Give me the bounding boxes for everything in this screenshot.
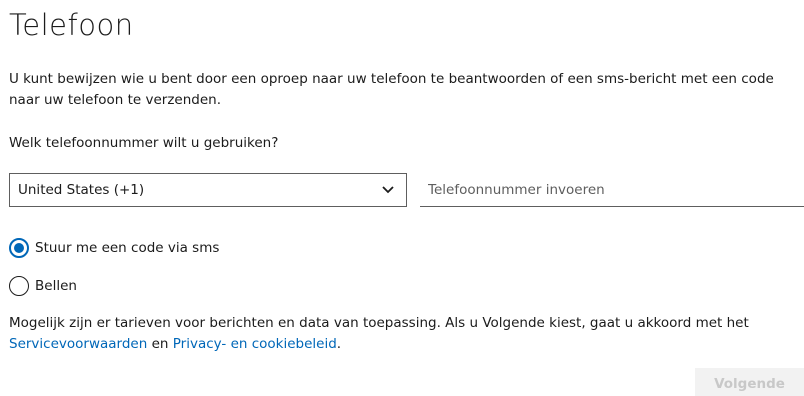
radio-option-call[interactable]: Bellen	[9, 276, 77, 296]
chevron-down-icon	[380, 182, 396, 198]
radio-label-call: Bellen	[35, 278, 77, 294]
phone-question-label: Welk telefoonnummer wilt u gebruiken?	[9, 135, 279, 151]
phone-number-input[interactable]	[420, 173, 804, 207]
privacy-link[interactable]: Privacy- en cookiebeleid	[173, 336, 337, 352]
next-button[interactable]: Volgende	[695, 368, 804, 396]
radio-selected-dot	[14, 243, 24, 253]
intro-text: U kunt bewijzen wie u bent door een opro…	[9, 71, 774, 108]
radio-option-sms[interactable]: Stuur me een code via sms	[9, 238, 219, 258]
disclaimer-connector: en	[151, 336, 169, 352]
country-code-select[interactable]: United States (+1)	[9, 173, 407, 207]
radio-button-sms[interactable]	[9, 238, 29, 258]
disclaimer-end: .	[336, 336, 342, 352]
radio-button-call[interactable]	[9, 276, 29, 296]
terms-link[interactable]: Servicevoorwaarden	[9, 336, 147, 352]
disclaimer-text: Mogelijk zijn er tarieven voor berichten…	[9, 313, 799, 355]
country-code-value: United States (+1)	[18, 182, 145, 198]
disclaimer-body: Mogelijk zijn er tarieven voor berichten…	[9, 315, 749, 331]
page-title: Telefoon	[9, 8, 134, 42]
radio-label-sms: Stuur me een code via sms	[35, 240, 220, 256]
